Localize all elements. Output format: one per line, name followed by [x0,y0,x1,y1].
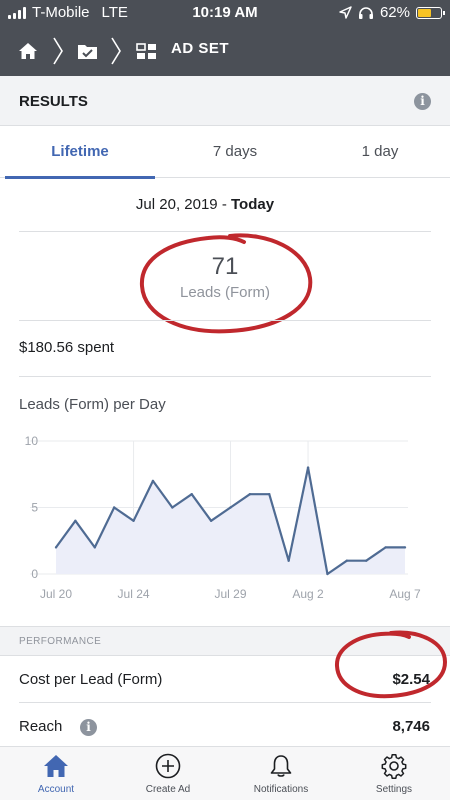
y-tick-label: 10 [25,434,39,448]
tab-create-ad[interactable]: Create Ad [112,747,224,800]
date-range: Jul 20, 2019 - Today [0,196,410,213]
gear-icon [381,754,407,779]
x-tick-label: Aug 7 [389,587,421,601]
amount-spent: $180.56 spent [19,339,115,356]
leads-label: Leads (Form) [179,284,271,301]
leads-count: 71 [211,253,239,280]
x-tick-label: Jul 29 [214,587,246,601]
info-icon[interactable]: i [414,93,431,110]
folder-check-icon [78,44,97,59]
info-icon[interactable]: i [80,719,97,736]
tab-label: Create Ad [145,784,191,795]
data-point [132,519,135,522]
metric-row-cost-per-lead[interactable]: Cost per Lead (Form) $2.54 [0,656,450,702]
x-tick-label: Aug 2 [292,587,324,601]
breadcrumb: AD SET [0,26,450,76]
tab-lifetime[interactable]: Lifetime [5,126,155,179]
plus-circle-icon [155,753,181,779]
data-point [112,506,116,509]
battery-icon [416,6,445,19]
metric-row-value: $2.54 [392,671,430,688]
data-point [365,559,368,562]
data-point [151,479,155,483]
data-point [248,493,252,496]
data-point [171,506,174,509]
location-icon [339,6,352,19]
leads-per-day-chart: 10 5 0Jul 20 Jul 24 Jul 29 Aug 2 Aug 7 [25,434,421,601]
results-header: RESULTS i [0,76,450,126]
tab-label: Notifications [253,784,309,795]
bottom-tab-bar: Account Create Ad Notifications Settings [0,746,450,800]
date-start: Jul 20, 2019 [135,196,218,213]
data-point [74,519,77,522]
status-bar: T-Mobile LTE 10:19 AM 62% [0,0,450,26]
metric-row-label: Cost per Lead (Form) [19,671,163,688]
data-point [345,559,349,562]
battery-percent: 62% [379,4,410,21]
metric-row-reach[interactable]: Reach i 8,746 [0,703,450,749]
home-icon [44,755,68,777]
performance-label: PERFORMANCE [19,636,102,647]
date-end: Today [231,196,275,213]
grid-icon [136,42,156,59]
data-point [287,559,290,562]
y-tick-label: 5 [31,501,38,515]
divider [19,231,431,232]
tab-1-day[interactable]: 1 day [305,126,450,178]
chart-title: Leads (Form) per Day [19,396,166,413]
bell-icon [270,755,292,777]
data-point [403,546,407,549]
data-point [209,519,213,522]
date-tabs: Lifetime 7 days 1 day [0,126,450,179]
page-title: AD SET [171,40,230,57]
divider [19,320,431,321]
data-point [93,546,96,549]
data-point [190,493,193,496]
data-point [384,546,387,549]
results-label: RESULTS [19,93,88,110]
data-point [54,546,58,549]
x-tick-label: Jul 24 [118,587,150,601]
headphones-icon [358,6,373,19]
home-icon [19,43,37,59]
tab-notifications[interactable]: Notifications [225,747,337,800]
divider [19,376,431,377]
chevron-right-icon [53,37,63,65]
breadcrumb-campaign[interactable] [77,26,98,76]
data-point [326,572,329,576]
chevron-right-icon [111,37,121,65]
x-tick-label: Jul 20 [40,587,72,601]
date-separator: - [217,196,231,213]
data-point [229,506,232,509]
tab-settings[interactable]: Settings [338,747,450,800]
y-tick-label: 0 [31,567,38,581]
data-point [306,466,310,469]
metric-row-label: Reach [19,718,63,735]
tab-7-days[interactable]: 7 days [160,126,310,178]
performance-header: PERFORMANCE [0,626,450,656]
tab-account[interactable]: Account [0,747,112,800]
breadcrumb-adset[interactable] [136,26,157,76]
data-point [268,493,271,496]
metric-row-value: 8,746 [392,718,430,735]
tab-label: Settings [375,784,413,795]
breadcrumb-home[interactable] [18,26,38,76]
tab-label: Account [37,784,75,795]
